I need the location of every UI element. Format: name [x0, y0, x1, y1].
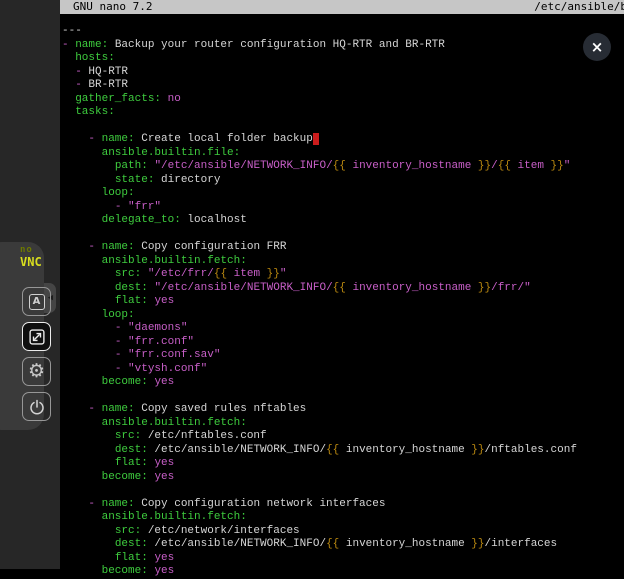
novnc-logo-no: no	[20, 246, 42, 255]
code-line: delegate_to: localhost	[62, 214, 624, 228]
code-line: - name: Copy saved rules nftables	[62, 403, 624, 417]
text-cursor	[313, 133, 320, 145]
code-line: src: "/etc/frr/{{ item }}"	[62, 268, 624, 282]
code-line: state: directory	[62, 174, 624, 188]
settings-button[interactable]: ⚙	[22, 357, 51, 386]
drag-viewport-icon	[28, 328, 46, 346]
code-line: src: /etc/nftables.conf	[62, 430, 624, 444]
code-line: - "frr"	[62, 201, 624, 215]
code-line	[62, 484, 624, 498]
code-line: ansible.builtin.file:	[62, 147, 624, 161]
nano-version-label: GNU nano 7.2	[73, 0, 152, 14]
code-line: become: yes	[62, 565, 624, 579]
code-line: ansible.builtin.fetch:	[62, 255, 624, 269]
gear-icon: ⚙	[28, 362, 45, 381]
code-line: - "vtysh.conf"	[62, 363, 624, 377]
code-line	[62, 390, 624, 404]
nano-filename-label: /etc/ansible/b	[534, 0, 624, 14]
code-line: gather_facts: no	[62, 93, 624, 107]
code-line: - name: Copy configuration FRR	[62, 241, 624, 255]
code-line: - name: Create local folder backup	[62, 133, 624, 147]
code-line: src: /etc/network/interfaces	[62, 525, 624, 539]
nano-titlebar: GNU nano 7.2 /etc/ansible/b	[60, 0, 624, 14]
code-line: loop:	[62, 187, 624, 201]
novnc-logo-vnc: VNC	[20, 256, 42, 268]
code-line	[62, 120, 624, 134]
vnc-side-strip: ◀ no VNC A ⚙	[0, 0, 60, 569]
nano-terminal: GNU nano 7.2 /etc/ansible/b ---- name: B…	[60, 0, 624, 569]
code-line: - "daemons"	[62, 322, 624, 336]
code-line: - name: Backup your router configuration…	[62, 39, 624, 53]
code-line: path: "/etc/ansible/NETWORK_INFO/{{ inve…	[62, 160, 624, 174]
power-button[interactable]	[22, 392, 51, 421]
close-icon: ×	[591, 38, 604, 56]
code-line: tasks:	[62, 106, 624, 120]
code-line: ---	[62, 25, 624, 39]
keyboard-a-icon: A	[29, 294, 45, 310]
code-line: flat: yes	[62, 295, 624, 309]
code-line: become: yes	[62, 376, 624, 390]
extra-keys-button[interactable]: A	[22, 287, 51, 316]
code-line: - HQ-RTR	[62, 66, 624, 80]
code-line: flat: yes	[62, 457, 624, 471]
code-line: - BR-RTR	[62, 79, 624, 93]
code-line: loop:	[62, 309, 624, 323]
code-line: dest: /etc/ansible/NETWORK_INFO/{{ inven…	[62, 538, 624, 552]
code-line: hosts:	[62, 52, 624, 66]
code-line: - "frr.conf.sav"	[62, 349, 624, 363]
code-line: ansible.builtin.fetch:	[62, 417, 624, 431]
code-line	[62, 228, 624, 242]
code-line: become: yes	[62, 471, 624, 485]
code-line: - name: Copy configuration network inter…	[62, 498, 624, 512]
drag-viewport-button[interactable]	[22, 322, 51, 351]
code-line: dest: /etc/ansible/NETWORK_INFO/{{ inven…	[62, 444, 624, 458]
code-line: dest: "/etc/ansible/NETWORK_INFO/{{ inve…	[62, 282, 624, 296]
code-line: flat: yes	[62, 552, 624, 566]
code-line: - "frr.conf"	[62, 336, 624, 350]
code-line: ansible.builtin.fetch:	[62, 511, 624, 525]
close-button[interactable]: ×	[583, 33, 611, 61]
novnc-logo: no VNC	[20, 246, 42, 268]
editor-content[interactable]: ---- name: Backup your router configurat…	[62, 25, 624, 558]
power-icon	[28, 398, 46, 416]
